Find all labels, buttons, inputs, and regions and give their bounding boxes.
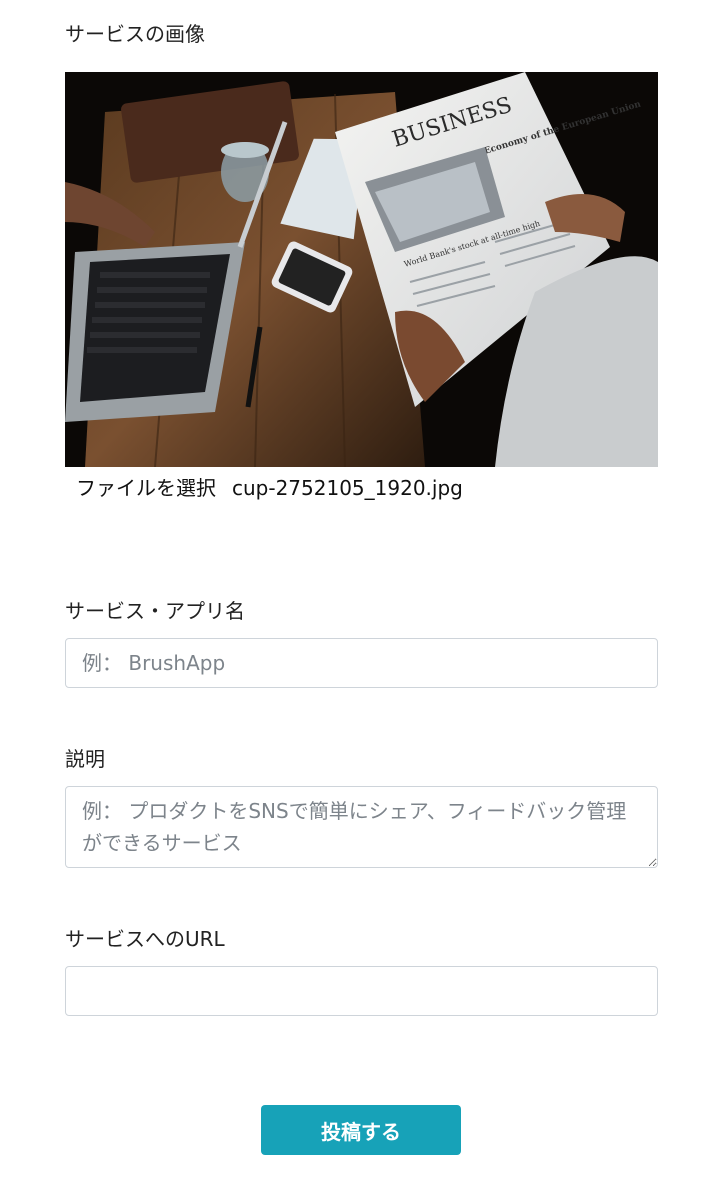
image-label: サービスの画像 [65, 22, 205, 46]
description-label: 説明 [65, 747, 105, 771]
description-textarea[interactable] [65, 786, 658, 868]
service-url-input[interactable] [65, 966, 658, 1016]
service-name-input[interactable] [65, 638, 658, 688]
service-url-label: サービスへのURL [65, 927, 225, 951]
photo-of-newspaper-laptop-desk-icon: BUSINESS Economy of the European Union W… [65, 72, 658, 467]
choose-file-button[interactable]: ファイルを選択 [76, 476, 216, 500]
submit-button[interactable]: 投稿する [261, 1105, 461, 1155]
service-image-preview: BUSINESS Economy of the European Union W… [65, 72, 658, 467]
selected-file-name: cup-2752105_1920.jpg [232, 476, 463, 500]
service-name-label: サービス・アプリ名 [65, 599, 245, 623]
file-picker: ファイルを選択 cup-2752105_1920.jpg [76, 475, 463, 501]
